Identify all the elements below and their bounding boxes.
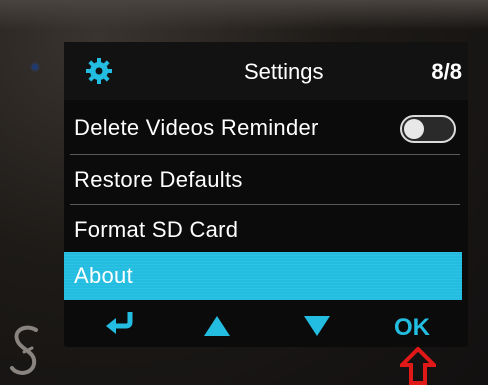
- menu-item-label: Delete Videos Reminder: [74, 115, 319, 140]
- menu-item-format-sd-card[interactable]: Format SD Card: [64, 206, 462, 254]
- page-title: Settings: [244, 59, 324, 84]
- toggle-knob: [404, 119, 424, 139]
- status-led: [32, 64, 38, 70]
- menu-item-label: Format SD Card: [74, 217, 239, 242]
- gear-icon: [86, 58, 112, 84]
- return-arrow-icon[interactable]: [104, 310, 138, 336]
- bezel-glare: [0, 0, 488, 30]
- menu-divider: [70, 204, 460, 205]
- menu-divider: [70, 154, 460, 155]
- arrow-up-indicator-icon: [400, 347, 436, 385]
- ok-button[interactable]: OK: [394, 314, 430, 342]
- triangle-up-icon[interactable]: [204, 316, 230, 336]
- menu-item-delete-videos-reminder[interactable]: Delete Videos Reminder: [64, 104, 462, 152]
- menu-item-label: About: [74, 263, 133, 288]
- menu-item-about[interactable]: About: [64, 252, 462, 300]
- device-screen: Settings 8/8 Delete Videos Reminder Rest…: [64, 42, 468, 347]
- device-bezel: Settings 8/8 Delete Videos Reminder Rest…: [0, 0, 488, 385]
- menu-item-label: Restore Defaults: [74, 167, 243, 192]
- settings-header: Settings 8/8: [64, 42, 468, 100]
- button-hint-bar: OK: [64, 304, 468, 347]
- triangle-down-icon[interactable]: [304, 316, 330, 336]
- delete-videos-reminder-toggle[interactable]: [400, 115, 456, 143]
- brand-logo-icon: [10, 325, 38, 375]
- menu-item-restore-defaults[interactable]: Restore Defaults: [64, 156, 462, 204]
- page-indicator: 8/8: [431, 59, 462, 84]
